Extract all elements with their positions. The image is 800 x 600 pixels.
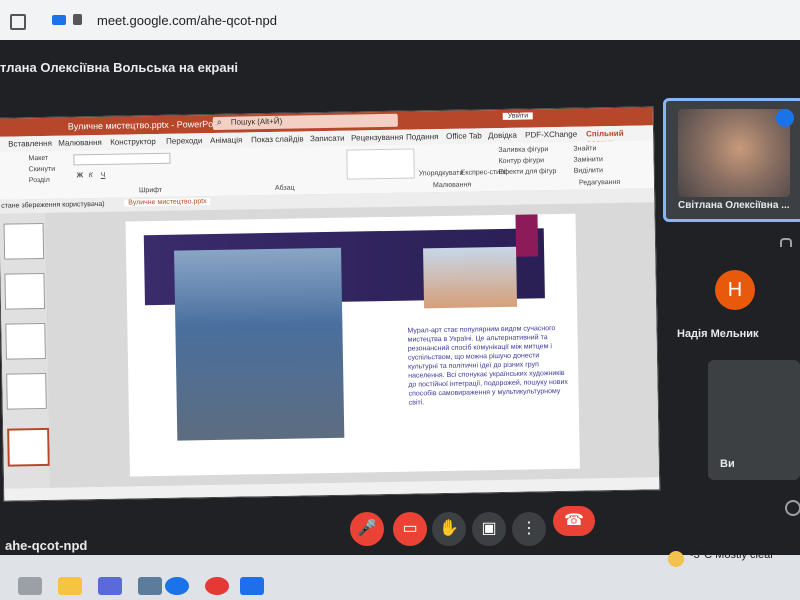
select-button[interactable]: Виділити (574, 167, 603, 175)
drawing-group-label: Малювання (432, 181, 472, 190)
tab-review[interactable]: Рецензування (351, 133, 403, 143)
weather-icon (668, 551, 684, 567)
participant-name: Ви (720, 458, 735, 470)
bold-button[interactable]: Ж (77, 172, 83, 179)
font-name-box[interactable] (73, 152, 171, 166)
slide-accent-bar (515, 214, 539, 257)
slide-thumbnails (0, 212, 52, 489)
search-taskbar-icon[interactable] (18, 577, 42, 595)
tab-pdfxchange[interactable]: PDF-XChange (525, 130, 577, 140)
avatar: Н (715, 270, 755, 310)
speaking-indicator-icon (776, 109, 794, 127)
address-bar[interactable]: meet.google.com/ahe-qcot-npd (97, 13, 277, 28)
slide-thumbnail[interactable] (6, 372, 47, 410)
search-box[interactable]: ⌕ Пошук (Alt+Й) (212, 113, 398, 130)
media-player-icon[interactable] (240, 577, 264, 595)
underline-button[interactable]: Ч (101, 172, 106, 179)
font-group-label: Шрифт (138, 186, 163, 195)
participant-tile-self[interactable]: Ви (708, 360, 800, 480)
editing-group-label: Редагування (578, 178, 621, 187)
shape-effects-button[interactable]: Ефекти для фігур (499, 168, 557, 176)
camera-off-button[interactable]: ▭ (393, 512, 427, 546)
tab-draw[interactable]: Малювання (58, 138, 102, 148)
slide-thumbnail[interactable] (5, 322, 46, 360)
window-title: Вуличне мистецтво.pptx - PowerPoint (67, 118, 223, 132)
slide-thumbnail[interactable] (4, 272, 46, 310)
mural-photo[interactable] (174, 247, 345, 441)
camera-icon (52, 15, 66, 25)
shape-outline-button[interactable]: Контур фігури (498, 157, 544, 165)
shared-screen: Вуличне мистецтво.pptx - PowerPoint ⌕ По… (0, 106, 661, 502)
slide-body-text[interactable]: Мурал-арт стає популярним видом сучасног… (407, 324, 568, 408)
wall-art-photo[interactable] (423, 246, 518, 309)
raise-hand-button[interactable]: ✋ (432, 512, 466, 546)
shape-fill-button[interactable]: Заливка фігури (498, 146, 548, 154)
lock-icon[interactable] (73, 14, 82, 25)
slide-editor: Мурал-арт стає популярним видом сучасног… (45, 202, 660, 488)
more-options-icon[interactable] (785, 500, 800, 516)
edge-icon[interactable] (165, 577, 189, 595)
section-button[interactable]: Розділ (29, 177, 50, 184)
opera-icon[interactable] (205, 577, 229, 595)
doc-tab-active[interactable]: Вуличне мистецтво.pptx (124, 198, 211, 207)
signin-button[interactable]: Увійти (502, 112, 534, 120)
present-screen-button[interactable]: ▣ (472, 512, 506, 546)
tab-slideshow[interactable]: Показ слайдів (251, 134, 304, 144)
participant-video (678, 109, 790, 197)
apps-icon[interactable] (10, 14, 26, 30)
store-icon[interactable] (98, 577, 122, 595)
more-options-button[interactable]: ⋮ (512, 512, 546, 546)
search-placeholder: Пошук (Alt+Й) (230, 116, 283, 127)
replace-button[interactable]: Замінити (573, 156, 603, 164)
tab-insert[interactable]: Вставлення (8, 139, 52, 149)
reset-button[interactable]: Скинути (29, 166, 56, 173)
slide-thumbnail[interactable] (3, 222, 45, 260)
tab-animation[interactable]: Анімація (210, 135, 242, 145)
presenting-label: тлана Олексіївна Вольська на екрані (0, 60, 239, 75)
mail-icon[interactable] (138, 577, 162, 595)
find-button[interactable]: Знайти (573, 145, 596, 152)
participant-name: Надія Мельник (677, 328, 759, 340)
arrange-button[interactable]: Упорядкувати (419, 170, 464, 178)
tab-view[interactable]: Подання (406, 132, 438, 142)
participant-name: Світлана Олексіївна ... (678, 200, 790, 211)
italic-button[interactable]: К (89, 172, 93, 179)
tab-transitions[interactable]: Переходи (166, 136, 202, 146)
slide-thumbnail-selected[interactable] (7, 427, 50, 467)
file-explorer-icon[interactable] (58, 577, 82, 595)
participant-tile-presenter[interactable]: Світлана Олексіївна ... (663, 98, 800, 222)
slide[interactable]: Мурал-арт стає популярним видом сучасног… (125, 213, 580, 477)
leave-call-button[interactable]: ☎ (553, 506, 595, 536)
search-icon: ⌕ (216, 116, 222, 127)
tab-help[interactable]: Довідка (488, 131, 517, 141)
paragraph-group-label: Абзац (274, 184, 295, 192)
browser-toolbar: meet.google.com/ahe-qcot-npd (0, 0, 800, 41)
weather-status[interactable]: -3°C Mostly clear (690, 549, 774, 561)
tab-design[interactable]: Конструктор (110, 137, 156, 147)
doc-tab-recovered[interactable]: стане збереження користувача) (1, 201, 104, 210)
tab-record[interactable]: Записати (310, 134, 345, 144)
tab-officetab[interactable]: Office Tab (446, 131, 482, 141)
meeting-code: ahe-qcot-npd (5, 538, 88, 553)
shapes-gallery[interactable] (346, 148, 415, 180)
layout-button[interactable]: Макет (28, 155, 48, 162)
mic-off-button[interactable]: 🎤 (350, 512, 384, 546)
